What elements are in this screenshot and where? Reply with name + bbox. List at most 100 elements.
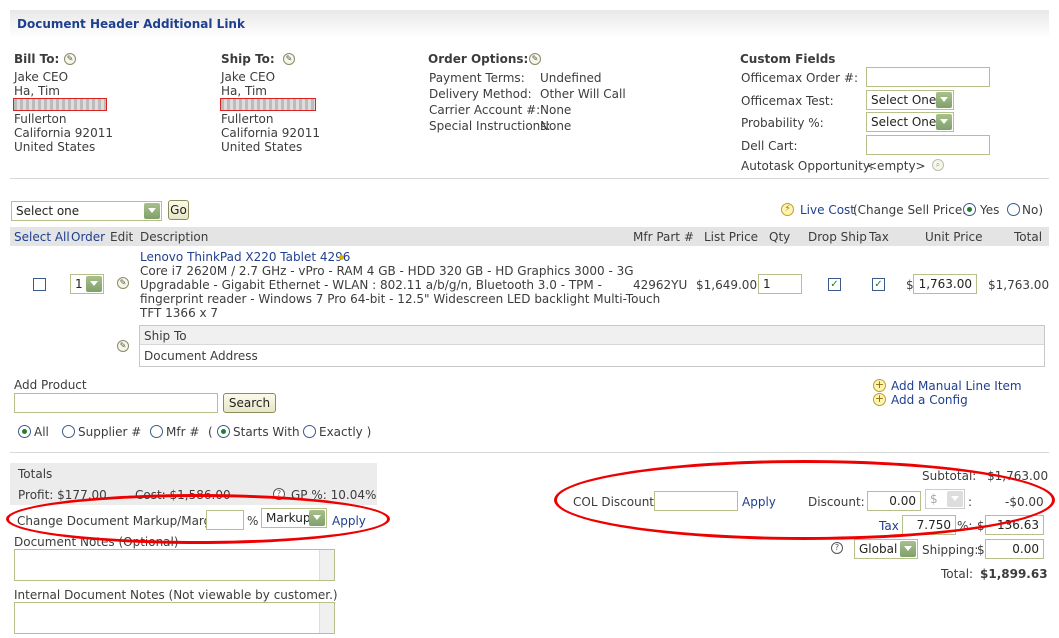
search-button[interactable]: Search [223, 393, 276, 413]
mfr-header: Mfr Part # [633, 230, 694, 244]
bill-to-line: California 92011 [14, 126, 113, 140]
order-header-link[interactable]: Order [71, 230, 105, 244]
probability-select[interactable]: Select One [866, 112, 954, 132]
help-icon[interactable]: ? [273, 488, 285, 500]
discount-input[interactable]: 0.00 [867, 491, 921, 511]
option-key: Special Instructions: [429, 119, 551, 133]
ship-to-line: United States [221, 140, 303, 154]
product-description: Upgradable - Gigabit Ethernet - WLAN : 8… [140, 278, 602, 292]
subtotal-label: Subtotal: [922, 469, 977, 483]
filter-starts-radio[interactable] [217, 425, 230, 438]
option-key: Delivery Method: [429, 87, 532, 101]
select-value: Markup [266, 511, 311, 525]
autotask-value: <empty> [867, 159, 926, 173]
document-notes-textarea[interactable] [14, 549, 335, 581]
discount-colon: : [968, 495, 973, 509]
tax-rate-input[interactable]: 7.750 [902, 515, 956, 535]
qty-input[interactable]: 1 [758, 274, 802, 294]
unit-price-input[interactable]: 1,763.00 [913, 274, 977, 294]
tax-value-input[interactable]: 136.63 [985, 515, 1044, 535]
option-value: None [540, 103, 572, 117]
edit-icon[interactable]: ✎ [283, 53, 295, 65]
grand-total-value: $1,899.63 [980, 567, 1048, 581]
col-discount-input[interactable] [654, 491, 738, 511]
tax-header: Tax [869, 230, 889, 244]
shipping-mode-select[interactable]: Global [854, 539, 918, 559]
markup-select[interactable]: Markup [261, 508, 327, 528]
markup-label: Change Document Markup/Margin [17, 514, 223, 528]
lightning-icon: ⚡ [781, 203, 794, 216]
select-value: Global [859, 542, 898, 556]
help-icon[interactable]: ? [831, 542, 843, 554]
list-price-value: $1,649.00 [696, 278, 758, 292]
edit-icon[interactable]: ✎ [117, 340, 129, 352]
scrollbar[interactable] [319, 550, 334, 580]
bulk-action-select[interactable]: Select one [11, 201, 162, 221]
filter-starts-label: Starts With [233, 425, 300, 439]
add-product-input[interactable] [14, 393, 218, 413]
select-value: Select one [16, 204, 80, 218]
probability-label: Probability %: [741, 116, 824, 130]
chevron-down-icon [936, 114, 952, 130]
add-manual-line-link[interactable]: Add Manual Line Item [891, 379, 1022, 393]
edit-icon[interactable]: ✎ [529, 53, 541, 65]
internal-notes-label: Internal Document Notes (Not viewable by… [14, 588, 338, 602]
page-title[interactable]: Document Header Additional Link [17, 17, 245, 31]
edit-icon[interactable]: ✎ [64, 53, 76, 65]
profit-value: Profit: $177.00 [18, 488, 107, 502]
officemax-order-input[interactable] [866, 67, 990, 87]
filter-supplier-radio[interactable] [62, 425, 75, 438]
markup-input[interactable] [206, 510, 244, 530]
list-price-header: List Price [704, 230, 759, 244]
go-button[interactable]: Go [168, 200, 189, 220]
add-icon: + [873, 392, 886, 406]
markup-apply-link[interactable]: Apply [332, 514, 366, 528]
filter-all-radio[interactable] [18, 425, 31, 438]
live-cost-link[interactable]: Live Cost [800, 203, 855, 217]
dell-cart-label: Dell Cart: [741, 139, 798, 153]
custom-fields-label: Custom Fields [740, 52, 836, 66]
edit-header: Edit [110, 230, 134, 244]
drop-ship-checkbox[interactable]: ✓ [828, 278, 841, 291]
chevron-down-icon [900, 541, 916, 557]
shipping-input[interactable]: 0.00 [985, 539, 1044, 559]
tax-checkbox[interactable]: ✓ [872, 278, 885, 291]
order-select[interactable]: 1 [70, 274, 104, 294]
officemax-test-select[interactable]: Select One [866, 90, 954, 110]
tax-link[interactable]: Tax [879, 519, 899, 533]
dell-cart-input[interactable] [866, 135, 990, 155]
search-icon[interactable]: ⌕ [932, 159, 944, 171]
description-header: Description [140, 230, 209, 244]
internal-notes-textarea[interactable] [14, 602, 335, 634]
filter-supplier-label: Supplier # [78, 425, 142, 439]
add-config-link[interactable]: Add a Config [891, 393, 968, 407]
document-notes-label: Document Notes (Optional) [14, 535, 179, 549]
officemax-test-label: Officemax Test: [741, 94, 834, 108]
select-value: Select One [871, 115, 937, 129]
option-value: None [540, 119, 572, 133]
option-value: Undefined [540, 71, 602, 85]
chevron-down-icon [86, 276, 102, 292]
select-all-link[interactable]: Select All [14, 230, 70, 244]
no-radio[interactable] [1007, 203, 1020, 216]
edit-icon[interactable]: ✎ [117, 277, 129, 289]
scrollbar[interactable] [319, 603, 334, 633]
status-dot-icon [339, 255, 344, 260]
divider [10, 178, 1049, 179]
discount-type-select[interactable]: $ [925, 489, 965, 509]
bill-to-line: Ha, Tim [14, 84, 60, 98]
filter-exactly-radio[interactable] [303, 425, 316, 438]
col-discount-apply-link[interactable]: Apply [742, 495, 776, 509]
product-description: Core i7 2620M / 2.7 GHz - vPro - RAM 4 G… [140, 264, 634, 278]
totals-label: Totals [18, 467, 53, 481]
yes-radio[interactable] [963, 203, 976, 216]
row-checkbox[interactable] [33, 278, 46, 291]
product-title-link[interactable]: Lenovo ThinkPad X220 Tablet 4296 [140, 250, 350, 264]
mfr-part-value: 42962YU [633, 278, 688, 292]
bill-to-line: Jake CEO [14, 70, 69, 84]
yes-label: Yes [980, 203, 1000, 217]
ship-to-line: Ha, Tim [221, 84, 267, 98]
percent-sign: % [247, 514, 259, 528]
redacted-address [13, 98, 107, 111]
filter-mfr-radio[interactable] [150, 425, 163, 438]
